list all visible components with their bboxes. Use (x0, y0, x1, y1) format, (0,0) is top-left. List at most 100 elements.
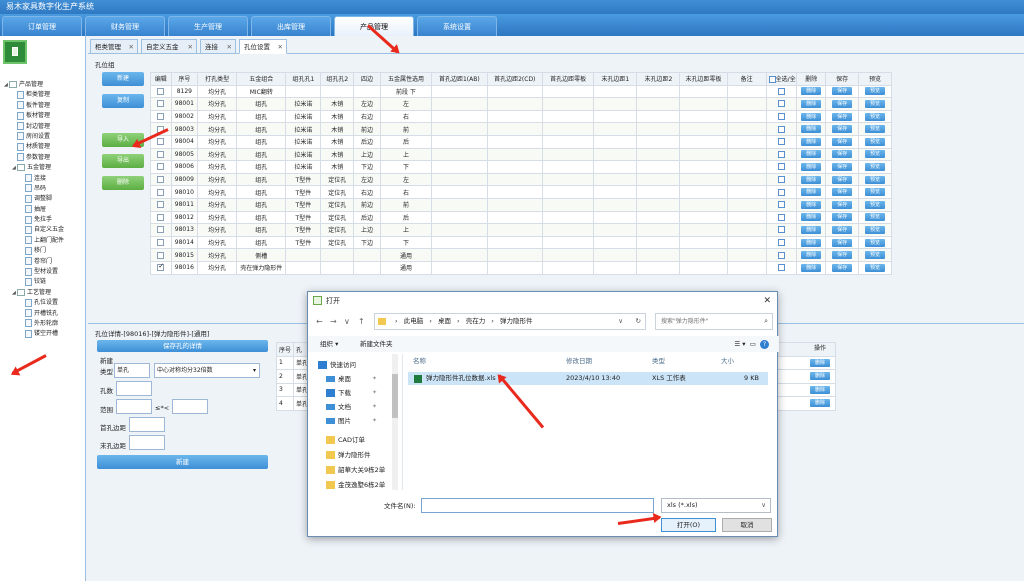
row-delete-button[interactable]: 删除 (801, 238, 822, 247)
row-preview-button[interactable]: 预览 (865, 137, 885, 146)
nav-item[interactable]: 图片 ✦ (326, 415, 377, 427)
copy-button[interactable]: 复制 (102, 94, 144, 108)
row-select-checkbox[interactable] (778, 150, 786, 158)
tree-item[interactable]: 移门 (4, 246, 86, 256)
row-preview-button[interactable]: 预览 (865, 125, 885, 134)
view-icon[interactable]: ☰ ▾ (734, 340, 745, 348)
table-row[interactable]: 98001 均分孔 组孔 拉米诺 木销 左边左 删除 保存 预览 (150, 97, 892, 111)
refresh-icon[interactable]: ↻ (636, 314, 641, 329)
table-row[interactable]: 98012 均分孔 组孔 T型件 定位孔 后边后 删除 保存 预览 (150, 210, 892, 225)
nav-item[interactable]: CAD订单 (326, 434, 365, 446)
row-edit-checkbox[interactable] (157, 239, 165, 247)
table-row[interactable]: 98003 均分孔 组孔 拉米诺 木销 前边前 删除 保存 预览 (150, 122, 892, 136)
row-delete-button[interactable]: 删除 (801, 263, 822, 272)
row-select-checkbox[interactable] (778, 113, 786, 121)
page-tab-hole-settings[interactable]: 孔位设置 ✕ (239, 39, 287, 54)
row-edit-checkbox[interactable] (157, 138, 165, 146)
row-save-button[interactable]: 保存 (832, 112, 853, 121)
export-button[interactable]: 导出 (102, 154, 144, 168)
close-icon[interactable]: ✕ (129, 40, 134, 55)
tree-item[interactable]: 型材设置 (4, 267, 86, 277)
row-preview-button[interactable]: 预览 (865, 188, 885, 197)
row-save-button[interactable]: 保存 (832, 251, 853, 260)
row-edit-checkbox[interactable] (157, 213, 165, 221)
row-edit-checkbox[interactable] (157, 100, 165, 108)
row-select-checkbox[interactable] (778, 201, 786, 209)
row-select-checkbox[interactable] (778, 226, 786, 234)
row-preview-button[interactable]: 预览 (865, 99, 885, 108)
row-edit-checkbox[interactable] (157, 201, 165, 209)
nav-item[interactable]: 快速访问 (318, 359, 356, 371)
table-row[interactable]: 98016均分孔壳在弹力隐形件 通用 删除 保存 预览 (150, 260, 892, 275)
row-delete-button[interactable]: 删除 (801, 188, 822, 197)
row-preview-button[interactable]: 预览 (865, 200, 885, 209)
row-save-button[interactable]: 保存 (832, 150, 853, 159)
nav-tab-orders[interactable]: 订单管理 (2, 16, 82, 36)
row-preview-button[interactable]: 预览 (865, 112, 885, 121)
tree-item[interactable]: 柜类管理 (4, 90, 86, 100)
tree-item[interactable]: 吊码 (4, 184, 86, 194)
nav-item[interactable]: 弹力隐形件 (326, 449, 371, 461)
tree-item[interactable]: ◢ 五金管理 (4, 163, 86, 173)
row-preview-button[interactable]: 预览 (865, 251, 885, 260)
close-icon[interactable]: ✕ (188, 40, 193, 55)
table-row[interactable]: 98014 均分孔 组孔 T型件 定位孔 下边下 删除 保存 预览 (150, 235, 892, 250)
nav-tab-shipping[interactable]: 出库管理 (251, 16, 331, 36)
nav-item[interactable]: 韶華大关9栋2单 (326, 464, 385, 476)
nav-item[interactable]: 下载 ✦ (326, 387, 377, 399)
row-delete-button[interactable]: 删除 (801, 87, 822, 96)
tree-item[interactable]: 开槽铣孔 (4, 309, 86, 319)
table-row[interactable]: 98009 均分孔 组孔 T型件 定位孔 左边左 删除 保存 预览 (150, 172, 892, 187)
mode-select[interactable]: 中心对称均分32倍数 ▾ (154, 363, 260, 378)
col-size[interactable]: 大小 (721, 354, 734, 368)
row-delete-button[interactable]: 删除 (801, 225, 822, 234)
table-row[interactable]: 98006 均分孔 组孔 拉米诺 木销 下边下 删除 保存 预览 (150, 160, 892, 174)
tree-item[interactable]: 板材管理 (4, 111, 86, 121)
tree-item[interactable]: 孔位设置 (4, 298, 86, 308)
path-segment[interactable]: 此电脑 (404, 317, 424, 325)
tree-item[interactable]: 抽屉 (4, 205, 86, 215)
table-row[interactable]: 98013 均分孔 组孔 T型件 定位孔 上边上 删除 保存 预览 (150, 223, 892, 237)
count-input[interactable] (116, 381, 152, 396)
row-select-checkbox[interactable] (778, 125, 786, 133)
row-edit-checkbox[interactable] (157, 188, 165, 196)
row-select-checkbox[interactable] (778, 163, 786, 171)
row-edit-checkbox[interactable] (157, 251, 165, 259)
tree-item[interactable]: ◢ 产品管理 (4, 80, 86, 90)
file-row[interactable]: 弹力隐形件孔位数据.xls 2023/4/10 13:40 XLS 工作表 9 … (408, 372, 768, 385)
table-row[interactable]: 8129 均分孔 MIC翻转 前段 下 删除 保存 预览 (150, 84, 892, 99)
page-tab-custom-hardware[interactable]: 自定义五金 ✕ (141, 39, 197, 54)
nav-tab-production[interactable]: 生产管理 (168, 16, 248, 36)
row-delete-button[interactable]: 删除 (801, 175, 822, 184)
detail-delete-button[interactable]: 删除 (810, 399, 830, 407)
table-row[interactable]: 98004 均分孔 组孔 拉米诺 木销 后边后 删除 保存 预览 (150, 134, 892, 149)
row-select-checkbox[interactable] (778, 138, 786, 146)
row-preview-button[interactable]: 预览 (865, 162, 885, 171)
path-segment[interactable]: 壳在力 (466, 317, 486, 325)
new-hole-button[interactable]: 新建 (97, 455, 268, 469)
row-preview-button[interactable]: 预览 (865, 213, 885, 222)
search-input[interactable]: 搜索"弹力隐形件" ⌕ (655, 313, 773, 330)
row-delete-button[interactable]: 删除 (801, 99, 822, 108)
col-type[interactable]: 类型 (652, 354, 665, 368)
row-delete-button[interactable]: 删除 (801, 125, 822, 134)
tree-item[interactable]: 调整脚 (4, 194, 86, 204)
filename-input[interactable] (421, 498, 654, 513)
close-icon[interactable]: ✕ (278, 40, 283, 55)
nav-tab-finance[interactable]: 财务管理 (85, 16, 165, 36)
row-delete-button[interactable]: 删除 (801, 200, 822, 209)
row-preview-button[interactable]: 预览 (865, 175, 885, 184)
nav-scrollbar[interactable] (392, 354, 398, 490)
nav-item[interactable]: 金茂逸墅6栋2单 (326, 479, 385, 491)
row-save-button[interactable]: 保存 (832, 125, 853, 134)
detail-delete-button[interactable]: 删除 (810, 372, 830, 380)
row-delete-button[interactable]: 删除 (801, 251, 822, 260)
row-save-button[interactable]: 保存 (832, 200, 853, 209)
path-breadcrumb[interactable]: › 此电脑 › 桌面 › 壳在力 › 弹力隐形件 ∨ ↻ (374, 313, 646, 330)
row-select-checkbox[interactable] (778, 251, 786, 259)
path-segment[interactable]: 弹力隐形件 (500, 317, 533, 325)
row-save-button[interactable]: 保存 (832, 99, 853, 108)
open-button[interactable]: 打开(O) (661, 518, 716, 532)
page-tab-connection[interactable]: 连接 ✕ (200, 39, 236, 54)
last-margin-input[interactable] (129, 435, 165, 450)
